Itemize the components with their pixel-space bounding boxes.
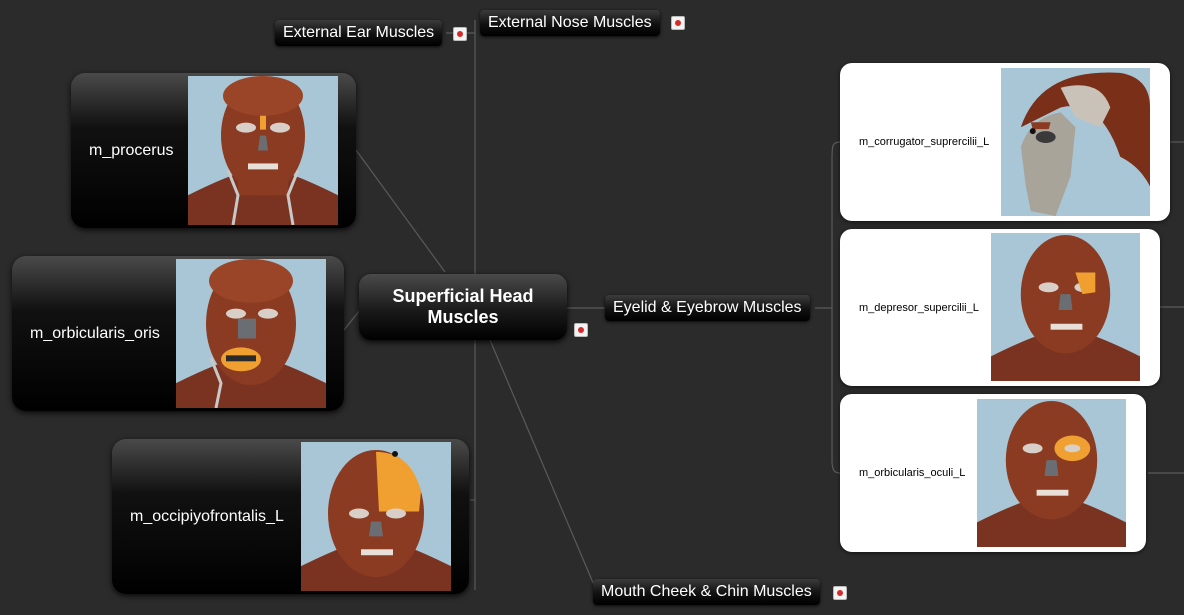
topic-label: Mouth Cheek & Chin Muscles bbox=[601, 583, 812, 600]
topic-label: External Ear Muscles bbox=[283, 24, 435, 41]
anatomy-image-orbicularis-oculi bbox=[977, 399, 1126, 547]
attachment-note-icon[interactable] bbox=[574, 323, 588, 337]
card-m-orbicularis-oris[interactable]: m_orbicularis_oris bbox=[12, 256, 344, 411]
topic-label: Eyelid & Eyebrow Muscles bbox=[613, 299, 802, 316]
topic-mouth-cheek-chin-muscles[interactable]: Mouth Cheek & Chin Muscles bbox=[593, 579, 820, 605]
anatomy-image-corrugator bbox=[1001, 68, 1150, 216]
attachment-note-icon[interactable] bbox=[453, 27, 467, 41]
card-label: m_orbicularis_oris bbox=[30, 324, 160, 342]
card-label: m_orbicularis_oculi_L bbox=[859, 467, 966, 479]
card-m-corrugator-suprercilii-l[interactable]: m_corrugator_suprercilii_L bbox=[840, 63, 1170, 221]
card-label: m_occipiyofrontalis_L bbox=[130, 507, 284, 525]
central-topic-label: Superficial Head Muscles bbox=[392, 286, 534, 327]
card-m-occipiyofrontalis-l[interactable]: m_occipiyofrontalis_L bbox=[112, 439, 469, 594]
card-m-procerus[interactable]: m_procerus bbox=[71, 73, 356, 228]
topic-eyelid-eyebrow-muscles[interactable]: Eyelid & Eyebrow Muscles bbox=[605, 295, 810, 321]
card-m-orbicularis-oculi-l[interactable]: m_orbicularis_oculi_L bbox=[840, 394, 1146, 552]
attachment-note-icon[interactable] bbox=[671, 16, 685, 30]
central-topic[interactable]: Superficial Head Muscles bbox=[359, 274, 567, 340]
card-m-depresor-supercilii-l[interactable]: m_depresor_supercilii_L bbox=[840, 229, 1160, 386]
card-label: m_procerus bbox=[89, 141, 174, 159]
anatomy-image-depresor bbox=[991, 233, 1140, 381]
topic-external-ear-muscles[interactable]: External Ear Muscles bbox=[275, 20, 443, 46]
attachment-note-icon[interactable] bbox=[833, 586, 847, 600]
topic-external-nose-muscles[interactable]: External Nose Muscles bbox=[480, 10, 660, 36]
anatomy-image-orbicularis-oris bbox=[176, 259, 326, 408]
card-label: m_corrugator_suprercilii_L bbox=[859, 136, 990, 148]
anatomy-image-occipiyofrontalis bbox=[301, 442, 451, 591]
card-label: m_depresor_supercilii_L bbox=[859, 301, 979, 314]
anatomy-image-procerus bbox=[188, 76, 338, 225]
topic-label: External Nose Muscles bbox=[488, 14, 652, 31]
